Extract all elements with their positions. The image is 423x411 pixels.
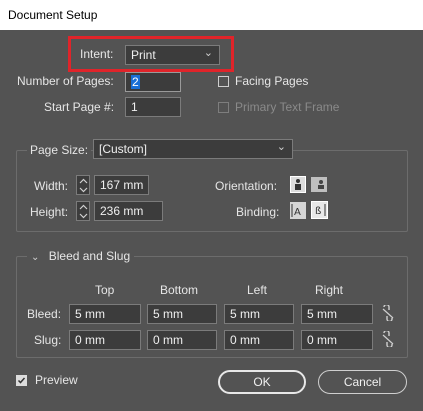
- height-value: 236 mm: [100, 204, 144, 218]
- preview-label: Preview: [35, 373, 78, 387]
- ok-button-label: OK: [253, 375, 271, 389]
- width-input[interactable]: 167 mm: [94, 175, 149, 195]
- ok-button[interactable]: OK: [218, 370, 306, 394]
- bleed-left-input[interactable]: 5 mm: [224, 304, 294, 324]
- width-label: Width:: [34, 179, 69, 193]
- number-of-pages-label: Number of Pages:: [17, 74, 114, 88]
- bleed-label: Bleed:: [27, 307, 62, 321]
- width-value: 167 mm: [100, 178, 144, 192]
- height-label: Height:: [30, 205, 69, 219]
- portrait-orientation-icon[interactable]: [290, 176, 306, 193]
- primary-text-frame-checkbox[interactable]: [218, 102, 229, 113]
- slug-right-input[interactable]: 0 mm: [301, 330, 373, 350]
- slug-right-value: 0 mm: [307, 333, 337, 347]
- bleed-left-value: 5 mm: [230, 307, 260, 321]
- cancel-button[interactable]: Cancel: [318, 370, 407, 394]
- start-page-input[interactable]: 1: [125, 97, 181, 117]
- page-size-value: [Custom]: [99, 142, 148, 156]
- chevron-down-icon: ⌄: [203, 47, 213, 59]
- start-page-label: Start Page #:: [44, 100, 115, 114]
- chevron-down-icon: ⌄: [31, 252, 40, 263]
- bleed-bottom-value: 5 mm: [153, 307, 183, 321]
- stepper-arrows-icon: [79, 204, 88, 219]
- header-top: Top: [95, 283, 115, 297]
- primary-text-frame-label: Primary Text Frame: [235, 100, 340, 114]
- height-stepper[interactable]: [76, 201, 90, 221]
- start-page-value: 1: [131, 100, 138, 114]
- intent-label: Intent:: [80, 47, 114, 61]
- bleed-top-value: 5 mm: [75, 307, 105, 321]
- slug-top-input[interactable]: 0 mm: [69, 330, 141, 350]
- broken-link-icon[interactable]: [381, 303, 395, 323]
- slug-bottom-value: 0 mm: [153, 333, 183, 347]
- header-left: Left: [247, 283, 268, 297]
- header-bottom: Bottom: [160, 283, 199, 297]
- number-of-pages-input[interactable]: 2: [125, 72, 181, 92]
- preview-checkbox[interactable]: [16, 375, 27, 386]
- page-size-group: [16, 150, 408, 232]
- slug-left-input[interactable]: 0 mm: [224, 330, 294, 350]
- svg-text:A: A: [294, 207, 301, 218]
- header-right: Right: [315, 283, 344, 297]
- checkmark-icon: [17, 377, 26, 384]
- height-input[interactable]: 236 mm: [94, 201, 163, 221]
- bleed-right-value: 5 mm: [307, 307, 337, 321]
- intent-value: Print: [131, 48, 156, 62]
- broken-link-icon[interactable]: [381, 329, 395, 349]
- bleed-slug-toggle[interactable]: ⌄ Bleed and Slug: [27, 249, 135, 265]
- slug-bottom-input[interactable]: 0 mm: [147, 330, 217, 350]
- landscape-orientation-icon[interactable]: [311, 177, 327, 192]
- orientation-label: Orientation:: [215, 179, 278, 193]
- page-size-select[interactable]: [Custom] ⌄: [93, 139, 293, 159]
- title-bar: Document Setup: [0, 0, 423, 30]
- facing-pages-checkbox[interactable]: [218, 76, 229, 87]
- binding-label: Binding:: [236, 205, 280, 219]
- document-setup-dialog: Document Setup Intent: Print ⌄ Number of…: [0, 0, 423, 411]
- svg-text:ß: ß: [315, 206, 321, 217]
- facing-pages-label: Facing Pages: [235, 74, 309, 88]
- dialog-title: Document Setup: [8, 8, 98, 22]
- bleed-right-input[interactable]: 5 mm: [301, 304, 373, 324]
- cancel-button-label: Cancel: [343, 375, 382, 389]
- left-to-right-binding-icon[interactable]: A: [290, 202, 306, 219]
- number-of-pages-value: 2: [131, 75, 140, 89]
- page-size-label: Page Size:: [27, 143, 92, 157]
- bleed-bottom-input[interactable]: 5 mm: [147, 304, 217, 324]
- slug-label: Slug:: [34, 333, 62, 347]
- width-stepper[interactable]: [76, 175, 90, 195]
- bleed-top-input[interactable]: 5 mm: [69, 304, 141, 324]
- bleed-slug-label: Bleed and Slug: [48, 249, 131, 263]
- stepper-arrows-icon: [79, 178, 88, 193]
- right-to-left-binding-icon[interactable]: ß: [311, 201, 328, 219]
- chevron-down-icon: ⌄: [276, 141, 286, 153]
- intent-select[interactable]: Print ⌄: [125, 45, 220, 65]
- slug-top-value: 0 mm: [75, 333, 105, 347]
- slug-left-value: 0 mm: [230, 333, 260, 347]
